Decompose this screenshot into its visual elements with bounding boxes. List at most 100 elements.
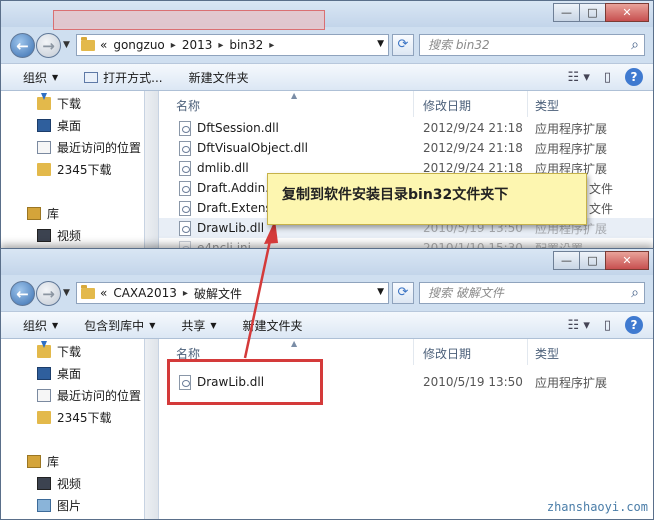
new-folder-button[interactable]: 新建文件夹: [243, 317, 303, 334]
column-header-type[interactable]: 类型: [535, 345, 559, 362]
breadcrumb-caxa2013[interactable]: CAXA2013: [113, 286, 177, 300]
nav-label: 2345下载: [57, 163, 112, 177]
nav-item-downloads[interactable]: 下载: [37, 93, 81, 112]
recent-pages-dropdown[interactable]: ▼: [63, 288, 70, 298]
view-controls: ☷ ▾ ▯ ?: [554, 316, 643, 334]
view-mode-icon[interactable]: ☷ ▾: [568, 318, 590, 333]
maximize-button[interactable]: □: [579, 251, 606, 270]
nav-label: 视频: [57, 229, 82, 243]
breadcrumb-2013[interactable]: 2013: [182, 38, 213, 52]
dll-file-icon: [179, 160, 191, 176]
column-divider[interactable]: [527, 91, 528, 117]
file-date: 2012/9/24 21:18: [423, 141, 523, 155]
back-button[interactable]: ←: [10, 33, 35, 58]
breadcrumb-separator-icon[interactable]: ▸: [171, 40, 176, 51]
breadcrumb-separator-icon[interactable]: ▸: [218, 40, 223, 51]
nav-item-libraries[interactable]: 库: [27, 453, 59, 470]
recent-places-icon: [37, 141, 51, 154]
nav-label: 库: [47, 207, 60, 221]
nav-pane-scrollbar[interactable]: [145, 339, 159, 519]
nav-item-videos[interactable]: 视频: [37, 227, 81, 244]
nav-item-libraries[interactable]: 库: [27, 205, 59, 222]
dll-file-icon: [179, 220, 191, 236]
close-button[interactable]: ✕: [605, 251, 649, 270]
nav-pane-scrollbar[interactable]: [145, 91, 159, 269]
back-button[interactable]: ←: [10, 281, 35, 306]
address-dropdown-icon[interactable]: ▼: [377, 287, 384, 297]
help-icon[interactable]: ?: [625, 316, 643, 334]
nav-item-downloads[interactable]: 下载: [37, 341, 81, 360]
file-name: dmlib.dll: [197, 161, 249, 175]
organize-label: 组织: [23, 318, 48, 333]
open-with-label: 打开方式...: [103, 70, 163, 85]
share-button[interactable]: 共享 ▼: [181, 317, 216, 334]
nav-item-2345-downloads[interactable]: 2345下载: [37, 409, 112, 426]
column-header-type[interactable]: 类型: [535, 97, 559, 114]
breadcrumb-gongzuo[interactable]: gongzuo: [113, 38, 164, 52]
organize-button[interactable]: 组织 ▼: [23, 317, 58, 334]
preview-pane-icon[interactable]: ▯: [604, 318, 611, 333]
file-row[interactable]: DftVisualObject.dll 2012/9/24 21:18 应用程序…: [159, 138, 653, 158]
breadcrumb-separator-icon[interactable]: ▸: [269, 40, 274, 51]
column-header-date[interactable]: 修改日期: [423, 345, 471, 362]
address-dropdown-icon[interactable]: ▼: [377, 39, 384, 49]
column-divider[interactable]: [413, 91, 414, 117]
command-bar: 组织 ▼ 打开方式... 新建文件夹 ☷ ▾ ▯ ?: [1, 63, 653, 91]
window-icon: [84, 71, 99, 83]
organize-button[interactable]: 组织 ▼: [23, 69, 58, 86]
breadcrumb-separator-icon[interactable]: ▸: [183, 288, 188, 299]
include-in-library-button[interactable]: 包含到库中 ▼: [84, 317, 155, 334]
column-header-name[interactable]: 名称: [176, 97, 200, 114]
file-name: DftSession.dll: [197, 121, 279, 135]
nav-item-desktop[interactable]: 桌面: [37, 365, 81, 382]
breadcrumb-bin32[interactable]: bin32: [229, 38, 263, 52]
search-input[interactable]: 搜索 破解文件 ⌕: [419, 282, 645, 304]
address-bar[interactable]: « gongzuo ▸ 2013 ▸ bin32 ▸ ▼: [76, 34, 389, 56]
forward-button[interactable]: →: [36, 33, 61, 58]
column-divider[interactable]: [413, 339, 414, 365]
minimize-button[interactable]: —: [553, 3, 580, 22]
refresh-button[interactable]: ⟳: [392, 282, 414, 304]
column-header-date[interactable]: 修改日期: [423, 97, 471, 114]
refresh-button[interactable]: ⟳: [392, 34, 414, 56]
nav-item-recent-places[interactable]: 最近访问的位置: [37, 139, 141, 156]
highlight-box: [167, 359, 323, 405]
nav-item-pictures[interactable]: 图片: [37, 497, 81, 514]
breadcrumb-root[interactable]: «: [100, 38, 107, 52]
close-button[interactable]: ✕: [605, 3, 649, 22]
nav-item-videos[interactable]: 视频: [37, 475, 81, 492]
search-input[interactable]: 搜索 bin32 ⌕: [419, 34, 645, 56]
search-placeholder: 搜索 bin32: [428, 38, 490, 52]
maximize-button[interactable]: □: [579, 3, 606, 22]
window-controls: — □ ✕: [553, 3, 649, 22]
navigation-pane: 下载 桌面 最近访问的位置 2345下载 库 视频 图片: [1, 339, 145, 519]
file-row[interactable]: DftSession.dll 2012/9/24 21:18 应用程序扩展: [159, 118, 653, 138]
forward-button[interactable]: →: [36, 281, 61, 306]
help-icon[interactable]: ?: [625, 68, 643, 86]
search-icon[interactable]: ⌕: [631, 35, 639, 55]
view-controls: ☷ ▾ ▯ ?: [554, 68, 643, 86]
search-icon[interactable]: ⌕: [631, 283, 639, 303]
view-mode-icon[interactable]: ☷ ▾: [568, 70, 590, 85]
column-divider[interactable]: [527, 339, 528, 365]
nav-label: 桌面: [57, 367, 82, 381]
new-folder-button[interactable]: 新建文件夹: [189, 69, 249, 86]
breadcrumb-crack-files[interactable]: 破解文件: [194, 285, 242, 302]
recent-pages-dropdown[interactable]: ▼: [63, 40, 70, 50]
address-bar[interactable]: « CAXA2013 ▸ 破解文件 ▼: [76, 282, 389, 304]
command-bar: 组织 ▼ 包含到库中 ▼ 共享 ▼ 新建文件夹 ☷ ▾ ▯ ?: [1, 311, 653, 339]
preview-pane-icon[interactable]: ▯: [604, 70, 611, 85]
folder-icon: [37, 163, 51, 176]
nav-item-2345-downloads[interactable]: 2345下载: [37, 161, 112, 178]
open-with-button[interactable]: 打开方式...: [84, 69, 163, 86]
nav-item-recent-places[interactable]: 最近访问的位置: [37, 387, 141, 404]
nav-label: 最近访问的位置: [57, 389, 142, 403]
sort-ascending-icon: ▲: [291, 339, 298, 348]
breadcrumb-root[interactable]: «: [100, 286, 107, 300]
sort-ascending-icon: ▲: [291, 91, 298, 100]
explorer-window-bin32: — □ ✕ ← → ▼ « gongzuo ▸ 2013 ▸ bin32 ▸ ▼…: [0, 0, 654, 270]
nav-item-desktop[interactable]: 桌面: [37, 117, 81, 134]
title-bar: — □ ✕: [1, 249, 653, 275]
minimize-button[interactable]: —: [553, 251, 580, 270]
redacted-title: [53, 10, 325, 30]
